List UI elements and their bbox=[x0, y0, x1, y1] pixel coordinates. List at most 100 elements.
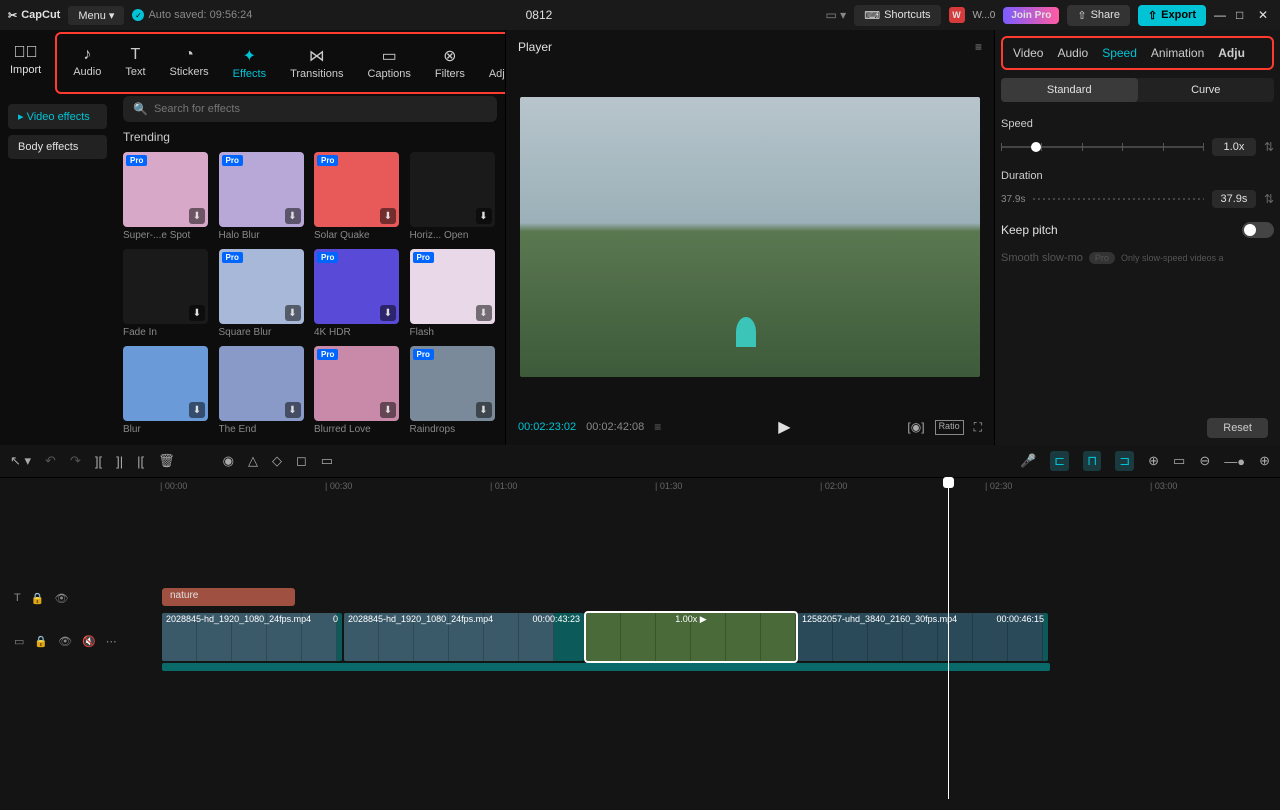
duration-slider[interactable] bbox=[1033, 198, 1203, 200]
tool-stickers[interactable]: ◔Stickers bbox=[158, 42, 221, 84]
download-icon[interactable]: ⬇ bbox=[285, 402, 301, 418]
tool-text[interactable]: TText bbox=[113, 42, 157, 84]
effect-card[interactable]: ⬇Blur bbox=[123, 346, 208, 435]
tab-speed[interactable]: Speed bbox=[1102, 46, 1137, 60]
tab-adjust[interactable]: Adju bbox=[1218, 46, 1245, 60]
tool-audio[interactable]: ♪Audio bbox=[61, 42, 113, 84]
effect-card[interactable]: Pro⬇Square Blur bbox=[219, 249, 304, 338]
zoom-slider[interactable]: —● bbox=[1224, 454, 1245, 469]
download-icon[interactable]: ⬇ bbox=[380, 402, 396, 418]
effect-card[interactable]: ⬇The End bbox=[219, 346, 304, 435]
curve-mode[interactable]: Curve bbox=[1138, 78, 1275, 102]
import-button[interactable]: ▸⃞ Import bbox=[0, 40, 51, 80]
maximize-icon[interactable]: □ bbox=[1236, 8, 1250, 22]
tool-effects[interactable]: ✦Effects bbox=[221, 42, 278, 84]
export-button[interactable]: ⇧ Export bbox=[1138, 5, 1206, 26]
search-input[interactable] bbox=[154, 103, 487, 115]
zoom-in-icon[interactable]: ⊕ bbox=[1259, 453, 1270, 469]
menu-button[interactable]: Menu ▾ bbox=[68, 6, 124, 25]
time-ruler[interactable]: | 00:00| 00:30| 01:00| 01:30| 02:00| 02:… bbox=[160, 478, 1280, 498]
user-avatar[interactable]: W bbox=[949, 7, 965, 23]
split-icon[interactable]: ][ bbox=[95, 454, 102, 469]
mic-icon[interactable]: 🎤 bbox=[1020, 453, 1036, 469]
video-clip[interactable]: 2028845-hd_1920_1080_24fps.mp40 bbox=[162, 613, 342, 661]
video-clip[interactable]: 2028845-hd_1920_1080_24fps.mp400:00:43:2… bbox=[344, 613, 584, 661]
tab-animation[interactable]: Animation bbox=[1151, 46, 1204, 60]
join-pro-button[interactable]: Join Pro bbox=[1003, 7, 1059, 24]
play-button[interactable]: ▶ bbox=[778, 417, 790, 437]
download-icon[interactable]: ⬇ bbox=[285, 305, 301, 321]
split-right-icon[interactable]: |[ bbox=[137, 454, 144, 469]
mute-icon[interactable]: 🔇 bbox=[82, 635, 96, 648]
video-effects-tab[interactable]: ▸ Video effects bbox=[8, 104, 107, 129]
preview-area[interactable] bbox=[506, 64, 994, 409]
playhead[interactable] bbox=[948, 479, 949, 799]
eye-icon[interactable]: 👁 bbox=[58, 635, 72, 648]
body-effects-tab[interactable]: Body effects bbox=[8, 135, 107, 159]
download-icon[interactable]: ⬇ bbox=[476, 208, 492, 224]
download-icon[interactable]: ⬇ bbox=[189, 305, 205, 321]
search-bar[interactable]: 🔍 bbox=[123, 96, 497, 122]
lock-icon[interactable]: 🔒 bbox=[31, 592, 45, 605]
effect-card[interactable]: Pro⬇Flash bbox=[410, 249, 495, 338]
speed-slider[interactable] bbox=[1001, 146, 1204, 148]
shortcuts-button[interactable]: ⌨ Shortcuts bbox=[854, 5, 940, 26]
crop-icon[interactable]: ◻ bbox=[296, 453, 307, 469]
download-icon[interactable]: ⬇ bbox=[380, 305, 396, 321]
lock-icon[interactable]: 🔒 bbox=[34, 635, 48, 648]
effect-card[interactable]: Pro⬇Solar Quake bbox=[314, 152, 399, 241]
duration-value[interactable]: 37.9s bbox=[1212, 190, 1256, 208]
text-clip[interactable]: nature bbox=[162, 588, 295, 606]
tab-audio[interactable]: Audio bbox=[1057, 46, 1088, 60]
aspect-icon[interactable]: ▭ ▾ bbox=[825, 8, 846, 22]
more-icon[interactable]: ⋯ bbox=[106, 635, 117, 648]
preview-icon[interactable]: ▭ bbox=[1173, 453, 1185, 469]
download-icon[interactable]: ⬇ bbox=[380, 208, 396, 224]
list-icon[interactable]: ≡ bbox=[654, 420, 661, 434]
download-icon[interactable]: ⬇ bbox=[476, 402, 492, 418]
player-menu-icon[interactable]: ≡ bbox=[975, 40, 982, 54]
zoom-out-icon[interactable]: ⊖ bbox=[1199, 453, 1210, 469]
share-button[interactable]: ⇧ Share bbox=[1067, 5, 1130, 26]
undo-icon[interactable]: ↶ bbox=[45, 453, 56, 469]
scale-icon[interactable]: [◉] bbox=[907, 420, 924, 435]
magnet-icon[interactable]: ⊓ bbox=[1083, 451, 1101, 471]
speed-value[interactable]: 1.0x bbox=[1212, 138, 1256, 156]
fullscreen-icon[interactable]: ⛶ bbox=[974, 420, 982, 435]
link-icon[interactable]: ⊕ bbox=[1148, 453, 1159, 469]
download-icon[interactable]: ⬇ bbox=[189, 208, 205, 224]
delete-icon[interactable]: 🗑 bbox=[158, 453, 175, 469]
download-icon[interactable]: ⬇ bbox=[285, 208, 301, 224]
split-left-icon[interactable]: ]| bbox=[116, 454, 123, 469]
reset-button[interactable]: Reset bbox=[1207, 418, 1268, 438]
effect-card[interactable]: Pro⬇Raindrops bbox=[410, 346, 495, 435]
magnet-right-icon[interactable]: ⊐ bbox=[1115, 451, 1134, 471]
effect-card[interactable]: Pro⬇4K HDR bbox=[314, 249, 399, 338]
tool-filters[interactable]: ⊗Filters bbox=[423, 42, 477, 84]
cursor-icon[interactable]: ↖ ▾ bbox=[10, 453, 31, 469]
redo-icon[interactable]: ↷ bbox=[70, 453, 81, 469]
mirror-icon[interactable]: △ bbox=[248, 453, 258, 469]
magnet-left-icon[interactable]: ⊏ bbox=[1050, 451, 1069, 471]
stepper-icon[interactable]: ⇅ bbox=[1264, 192, 1274, 206]
video-clip[interactable]: 12582057-uhd_3840_2160_30fps.mp400:00:46… bbox=[798, 613, 1048, 661]
keep-pitch-toggle[interactable] bbox=[1242, 222, 1274, 238]
tool-captions[interactable]: ▭Captions bbox=[355, 42, 422, 84]
effect-card[interactable]: Pro⬇Halo Blur bbox=[219, 152, 304, 241]
record-icon[interactable]: ◉ bbox=[223, 453, 234, 469]
rotate-icon[interactable]: ◇ bbox=[272, 453, 282, 469]
ratio-icon[interactable]: Ratio bbox=[935, 420, 964, 435]
minimize-icon[interactable]: — bbox=[1214, 8, 1228, 22]
standard-mode[interactable]: Standard bbox=[1001, 78, 1138, 102]
eye-icon[interactable]: 👁 bbox=[54, 592, 68, 605]
download-icon[interactable]: ⬇ bbox=[476, 305, 492, 321]
flip-icon[interactable]: ▭ bbox=[321, 453, 333, 469]
stepper-icon[interactable]: ⇅ bbox=[1264, 140, 1274, 154]
effect-card[interactable]: Pro⬇Blurred Love bbox=[314, 346, 399, 435]
tab-video[interactable]: Video bbox=[1013, 46, 1043, 60]
close-icon[interactable]: ✕ bbox=[1258, 8, 1272, 22]
effect-card[interactable]: Pro⬇Super-...e Spot bbox=[123, 152, 208, 241]
video-clip[interactable]: 1.00x ▶ bbox=[586, 613, 796, 661]
audio-track-line[interactable] bbox=[162, 663, 1050, 671]
tool-transitions[interactable]: ⋈Transitions bbox=[278, 42, 355, 84]
